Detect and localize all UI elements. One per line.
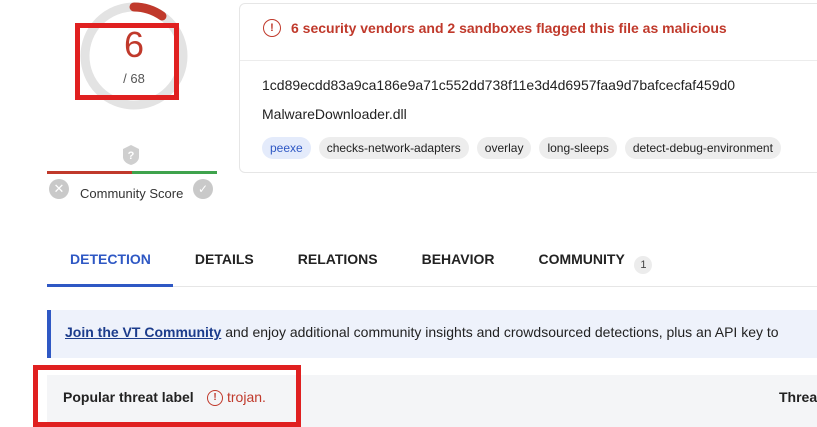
tab-detection[interactable]: DETECTION: [70, 245, 151, 274]
community-score-bar: [47, 171, 217, 174]
file-name: MalwareDownloader.dll: [262, 106, 407, 122]
file-hash[interactable]: 1cd89ecdd83a9ca186e9a71c552dd738f11e3d4d…: [262, 77, 735, 93]
page: 6 / 68 ? ✕ Community Score ✓ ! 6 securit…: [0, 0, 817, 427]
tab-community[interactable]: COMMUNITY 1: [538, 245, 653, 274]
community-count-badge: 1: [634, 256, 653, 274]
question-icon[interactable]: ?: [121, 144, 141, 166]
tab-relations[interactable]: RELATIONS: [298, 245, 378, 274]
alert-text: 6 security vendors and 2 sandboxes flagg…: [291, 20, 727, 36]
banner-text: and enjoy additional community insights …: [221, 324, 779, 340]
report-tabs: DETECTION DETAILS RELATIONS BEHAVIOR COM…: [47, 245, 696, 274]
tag-overlay[interactable]: overlay: [476, 137, 532, 159]
tag-checks-network-adapters[interactable]: checks-network-adapters: [318, 137, 469, 159]
check-icon[interactable]: ✓: [193, 179, 213, 199]
file-tags: peexe checks-network-adapters overlay lo…: [262, 137, 781, 159]
community-score-label: Community Score: [80, 186, 184, 201]
malicious-alert: ! 6 security vendors and 2 sandboxes fla…: [263, 19, 727, 37]
warning-circle-icon: !: [263, 19, 281, 37]
tab-community-label: COMMUNITY: [538, 251, 625, 267]
tab-details[interactable]: DETAILS: [195, 245, 254, 274]
threat-category-header: Threa: [779, 389, 817, 405]
x-icon[interactable]: ✕: [49, 179, 69, 199]
banner-message: Join the VT Community and enjoy addition…: [65, 324, 779, 340]
tag-long-sleeps[interactable]: long-sleeps: [539, 137, 617, 159]
annotation-highlight-threat: [33, 365, 301, 427]
annotation-highlight-score: [75, 23, 179, 100]
active-tab-indicator: [47, 284, 173, 287]
tag-detect-debug-environment[interactable]: detect-debug-environment: [624, 137, 781, 159]
tag-peexe[interactable]: peexe: [262, 137, 311, 159]
join-community-link[interactable]: Join the VT Community: [65, 324, 221, 340]
card-divider: [240, 60, 817, 61]
svg-text:?: ?: [128, 150, 135, 162]
tab-behavior[interactable]: BEHAVIOR: [422, 245, 495, 274]
